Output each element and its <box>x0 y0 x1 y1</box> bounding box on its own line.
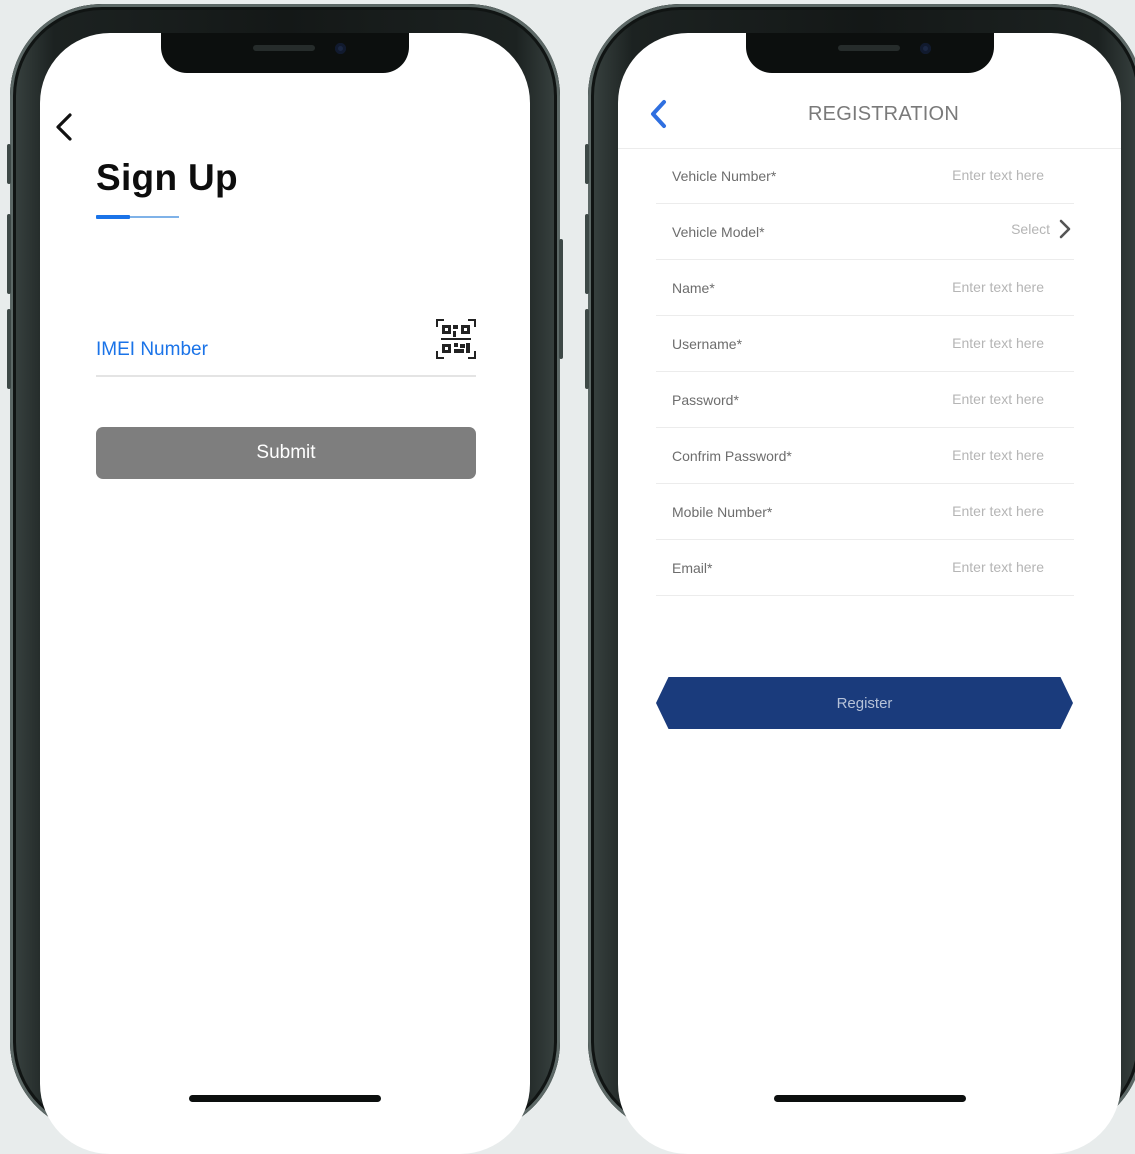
field-placeholder[interactable]: Enter text here <box>952 335 1044 351</box>
field-placeholder[interactable]: Select <box>1011 221 1050 237</box>
side-button <box>585 144 589 184</box>
side-button <box>585 214 589 294</box>
mobile-number-field[interactable]: Mobile Number* Enter text here <box>656 484 1074 540</box>
field-label: Password* <box>672 392 739 408</box>
chevron-left-icon[interactable] <box>52 111 78 143</box>
side-button <box>7 214 11 294</box>
field-placeholder[interactable]: Enter text here <box>952 559 1044 575</box>
submit-button[interactable]: Submit <box>96 427 476 479</box>
field-label: Vehicle Model* <box>672 224 765 240</box>
field-label: Vehicle Number* <box>672 168 777 184</box>
home-indicator <box>773 1095 966 1102</box>
title-underline <box>96 215 179 219</box>
signup-screen: Sign Up IMEI Number Submit <box>40 33 530 1154</box>
field-label: Email* <box>672 560 713 576</box>
speaker <box>253 45 315 51</box>
field-label: Confrim Password* <box>672 448 792 464</box>
field-placeholder[interactable]: Enter text here <box>952 167 1044 183</box>
page-title: Sign Up <box>96 157 238 198</box>
registration-form: Vehicle Number* Enter text here Vehicle … <box>656 148 1074 596</box>
front-camera <box>335 43 346 54</box>
password-field[interactable]: Password* Enter text here <box>656 372 1074 428</box>
side-button <box>7 309 11 389</box>
registration-header: REGISTRATION <box>618 93 1121 149</box>
field-label: Username* <box>672 336 743 352</box>
field-placeholder[interactable]: Enter text here <box>952 279 1044 295</box>
confirm-password-field[interactable]: Confrim Password* Enter text here <box>656 428 1074 484</box>
name-field[interactable]: Name* Enter text here <box>656 260 1074 316</box>
field-placeholder[interactable]: Enter text here <box>952 391 1044 407</box>
register-button[interactable]: Register <box>656 677 1073 729</box>
imei-label: IMEI Number <box>96 339 208 360</box>
page-title: REGISTRATION <box>808 103 959 125</box>
home-indicator <box>189 1095 381 1102</box>
field-label: Name* <box>672 280 715 296</box>
notch <box>745 33 994 73</box>
side-button <box>7 144 11 184</box>
field-label: Mobile Number* <box>672 504 773 520</box>
side-button <box>559 239 563 359</box>
side-button <box>585 309 589 389</box>
title-underline-active <box>96 215 130 219</box>
imei-field[interactable]: IMEI Number <box>96 313 476 377</box>
notch <box>161 33 409 73</box>
chevron-right-icon[interactable] <box>1058 218 1072 240</box>
phone-frame-registration: REGISTRATION Vehicle Number* Enter text … <box>585 4 1135 1154</box>
qr-code-icon[interactable] <box>436 319 476 359</box>
field-placeholder[interactable]: Enter text here <box>952 447 1044 463</box>
vehicle-model-dropdown[interactable]: Select <box>1011 218 1072 240</box>
front-camera <box>919 43 931 54</box>
registration-screen: REGISTRATION Vehicle Number* Enter text … <box>618 33 1121 1154</box>
speaker <box>837 45 900 51</box>
username-field[interactable]: Username* Enter text here <box>656 316 1074 372</box>
phone-frame-signup: Sign Up IMEI Number Submit <box>7 4 563 1154</box>
vehicle-model-select[interactable]: Vehicle Model* Select <box>656 204 1074 260</box>
field-placeholder[interactable]: Enter text here <box>952 503 1044 519</box>
email-field[interactable]: Email* Enter text here <box>656 540 1074 596</box>
vehicle-number-field[interactable]: Vehicle Number* Enter text here <box>656 148 1074 204</box>
